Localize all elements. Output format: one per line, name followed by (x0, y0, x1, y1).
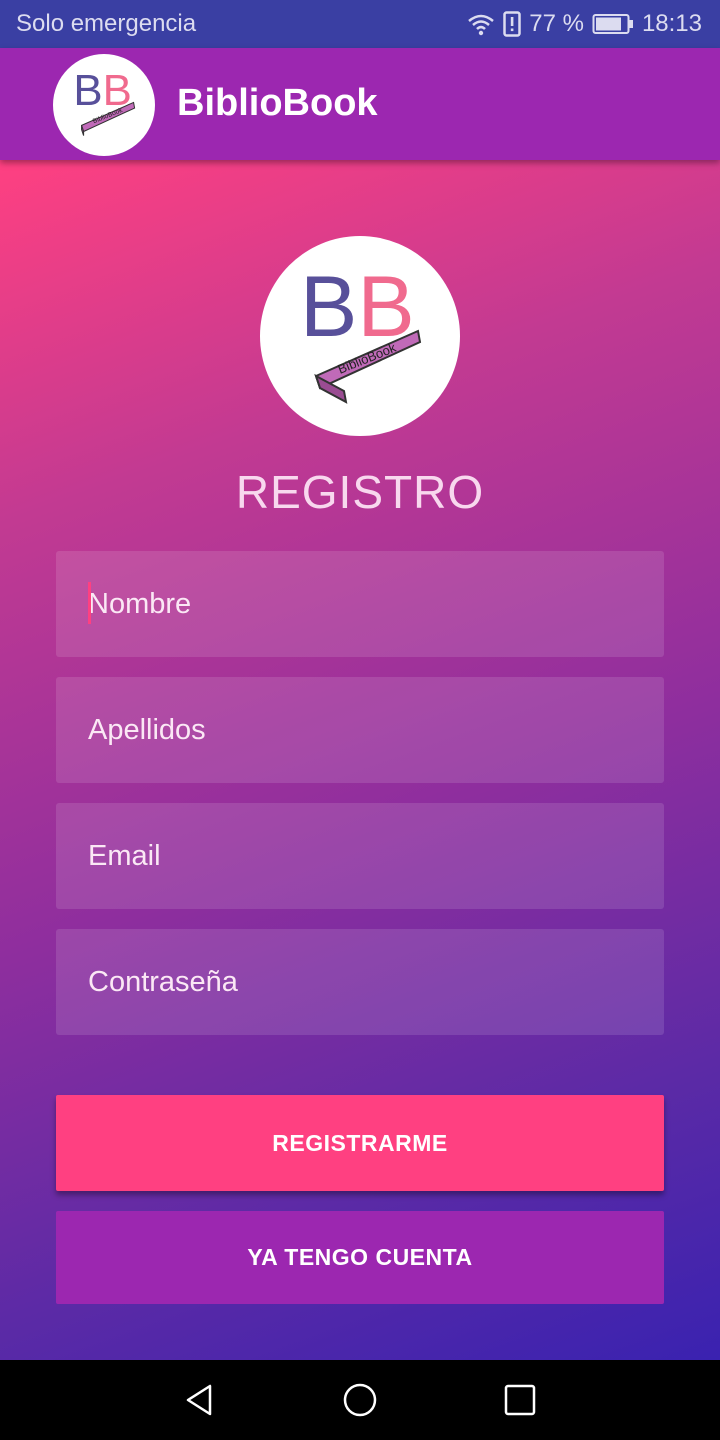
registration-screen: BB BiblioBook REGISTRO REGISTRARME YA TE… (0, 160, 720, 1360)
have-account-button[interactable]: YA TENGO CUENTA (56, 1211, 664, 1304)
register-button[interactable]: REGISTRARME (56, 1095, 664, 1191)
apellidos-field[interactable] (56, 677, 664, 783)
main-logo: BB BiblioBook (260, 236, 460, 436)
battery-icon (592, 14, 633, 34)
app-logo: BB BiblioBook (53, 54, 155, 156)
status-bar: Solo emergencia 77 % 18:13 (0, 0, 720, 48)
status-icons: 77 % 18:13 (467, 10, 702, 38)
password-input[interactable] (56, 929, 664, 1035)
app-bar: BB BiblioBook BiblioBook (0, 48, 720, 160)
password-field[interactable] (56, 929, 664, 1035)
recents-icon[interactable] (500, 1380, 540, 1420)
logo-graphic: BB BiblioBook (73, 66, 136, 136)
alert-icon (503, 11, 521, 37)
main-logo-graphic: BB BiblioBook (300, 259, 422, 404)
wifi-icon (468, 14, 495, 36)
system-nav-bar (0, 1360, 720, 1440)
nombre-input[interactable] (56, 551, 664, 657)
nombre-field[interactable] (56, 551, 664, 657)
email-field[interactable] (56, 803, 664, 909)
page-title: REGISTRO (235, 466, 485, 518)
battery-percent: 77 % (529, 10, 584, 37)
email-input[interactable] (56, 803, 664, 909)
app-title: BiblioBook (177, 82, 378, 124)
apellidos-input[interactable] (56, 677, 664, 783)
home-icon[interactable] (340, 1380, 380, 1420)
back-icon[interactable] (180, 1380, 220, 1420)
text-cursor (88, 582, 91, 624)
clock: 18:13 (641, 10, 702, 37)
carrier-text: Solo emergencia (16, 10, 197, 37)
